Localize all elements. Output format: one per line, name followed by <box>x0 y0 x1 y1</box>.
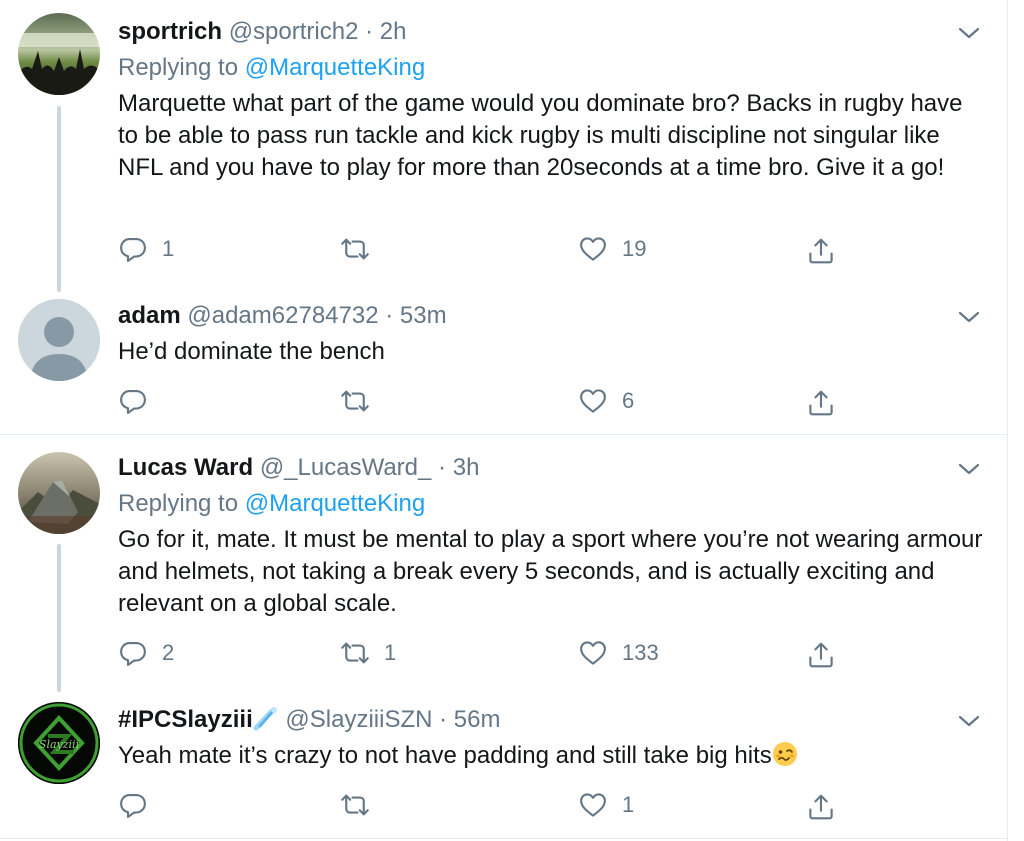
share-button[interactable] <box>806 234 836 268</box>
reply-icon <box>118 234 148 264</box>
username[interactable]: @SlayziiiSZN <box>285 706 432 733</box>
chevron-down-icon[interactable] <box>958 713 980 729</box>
timestamp[interactable]: 56m <box>454 706 501 733</box>
reply-button[interactable] <box>118 384 162 418</box>
reply-icon <box>118 638 148 668</box>
like-count: 6 <box>622 388 635 413</box>
share-icon <box>806 388 836 418</box>
replying-to: Replying to @MarquetteKing <box>118 489 425 519</box>
display-name[interactable]: #IPCSlayziii <box>118 706 253 733</box>
like-button[interactable]: 1 <box>578 788 634 822</box>
display-name[interactable]: adam <box>118 302 181 329</box>
replying-to-label: Replying to <box>118 490 245 517</box>
tweet-text: Go for it, mate. It must be mental to pl… <box>118 526 983 617</box>
retweet-button[interactable] <box>340 232 384 266</box>
share-button[interactable] <box>806 386 836 420</box>
separator-dot: · <box>439 706 448 733</box>
thread-divider <box>0 838 1008 839</box>
reply-icon <box>118 386 148 416</box>
replying-to: Replying to @MarquetteKing <box>118 53 425 83</box>
heart-icon <box>578 386 608 416</box>
username[interactable]: @_LucasWard_ <box>260 454 432 481</box>
retweet-button[interactable]: 1 <box>340 636 396 670</box>
share-button[interactable] <box>806 638 836 672</box>
thread-connector <box>57 544 61 692</box>
retweet-icon <box>340 234 370 264</box>
retweet-icon <box>340 790 370 820</box>
avatar[interactable] <box>18 13 100 95</box>
thread-connector <box>57 106 61 292</box>
timestamp[interactable]: 2h <box>380 18 407 45</box>
timestamp[interactable]: 53m <box>400 302 447 329</box>
share-button[interactable] <box>806 790 836 824</box>
mention-link[interactable]: @MarquetteKing <box>245 54 425 81</box>
retweet-icon <box>340 386 370 416</box>
heart-icon <box>578 638 608 668</box>
like-count: 1 <box>622 792 635 817</box>
like-count: 19 <box>622 236 647 261</box>
heart-icon <box>578 234 608 264</box>
tweet-text: Marquette what part of the game would yo… <box>118 90 963 181</box>
mention-link[interactable]: @MarquetteKing <box>245 490 425 517</box>
retweet-icon <box>340 638 370 668</box>
reply-icon <box>118 790 148 820</box>
tweet-header: #IPCSlayziii @SlayziiiSZN · 56m <box>118 705 500 735</box>
separator-dot: · <box>438 454 447 481</box>
thread-divider <box>0 434 1008 435</box>
tweet-header: Lucas Ward @_LucasWard_ · 3h <box>118 453 479 483</box>
avatar[interactable] <box>18 452 100 534</box>
tweet-header: adam @adam62784732 · 53m <box>118 301 447 331</box>
retweet-count: 1 <box>384 640 397 665</box>
tweet-text: He’d dominate the bench <box>118 338 385 365</box>
like-button[interactable]: 19 <box>578 232 646 266</box>
like-button[interactable]: 133 <box>578 636 659 670</box>
share-icon <box>806 792 836 822</box>
like-button[interactable]: 6 <box>578 384 634 418</box>
reply-button[interactable]: 2 <box>118 636 174 670</box>
avatar-logo-text: Slayziii <box>39 738 79 751</box>
chevron-down-icon[interactable] <box>958 25 980 41</box>
avatar[interactable]: Slayziii <box>18 702 100 784</box>
like-count: 133 <box>622 640 659 665</box>
share-icon <box>806 236 836 266</box>
reply-button[interactable] <box>118 788 162 822</box>
chevron-down-icon[interactable] <box>958 461 980 477</box>
column-border <box>1007 0 1008 841</box>
reply-count: 1 <box>162 236 175 261</box>
display-name[interactable]: Lucas Ward <box>118 454 253 481</box>
reply-button[interactable]: 1 <box>118 232 174 266</box>
tweet-text: Yeah mate it’s crazy to not have padding… <box>118 740 988 772</box>
retweet-button[interactable] <box>340 788 384 822</box>
username[interactable]: @adam62784732 <box>187 302 378 329</box>
tweet-header: sportrich @sportrich2 · 2h <box>118 17 406 47</box>
timestamp[interactable]: 3h <box>453 454 480 481</box>
reply-count: 2 <box>162 640 175 665</box>
woozy-face-icon <box>772 742 797 766</box>
display-name[interactable]: sportrich <box>118 18 222 45</box>
comet-icon <box>253 707 277 731</box>
heart-icon <box>578 790 608 820</box>
retweet-button[interactable] <box>340 384 384 418</box>
separator-dot: · <box>385 302 394 329</box>
tweet-text-content: Yeah mate it’s crazy to not have padding… <box>118 742 772 769</box>
separator-dot: · <box>365 18 374 45</box>
conversation-feed: sportrich @sportrich2 · 2h Replying to @… <box>0 0 1008 841</box>
chevron-down-icon[interactable] <box>958 309 980 325</box>
share-icon <box>806 640 836 670</box>
username[interactable]: @sportrich2 <box>229 18 359 45</box>
replying-to-label: Replying to <box>118 54 245 81</box>
avatar[interactable] <box>18 299 100 381</box>
